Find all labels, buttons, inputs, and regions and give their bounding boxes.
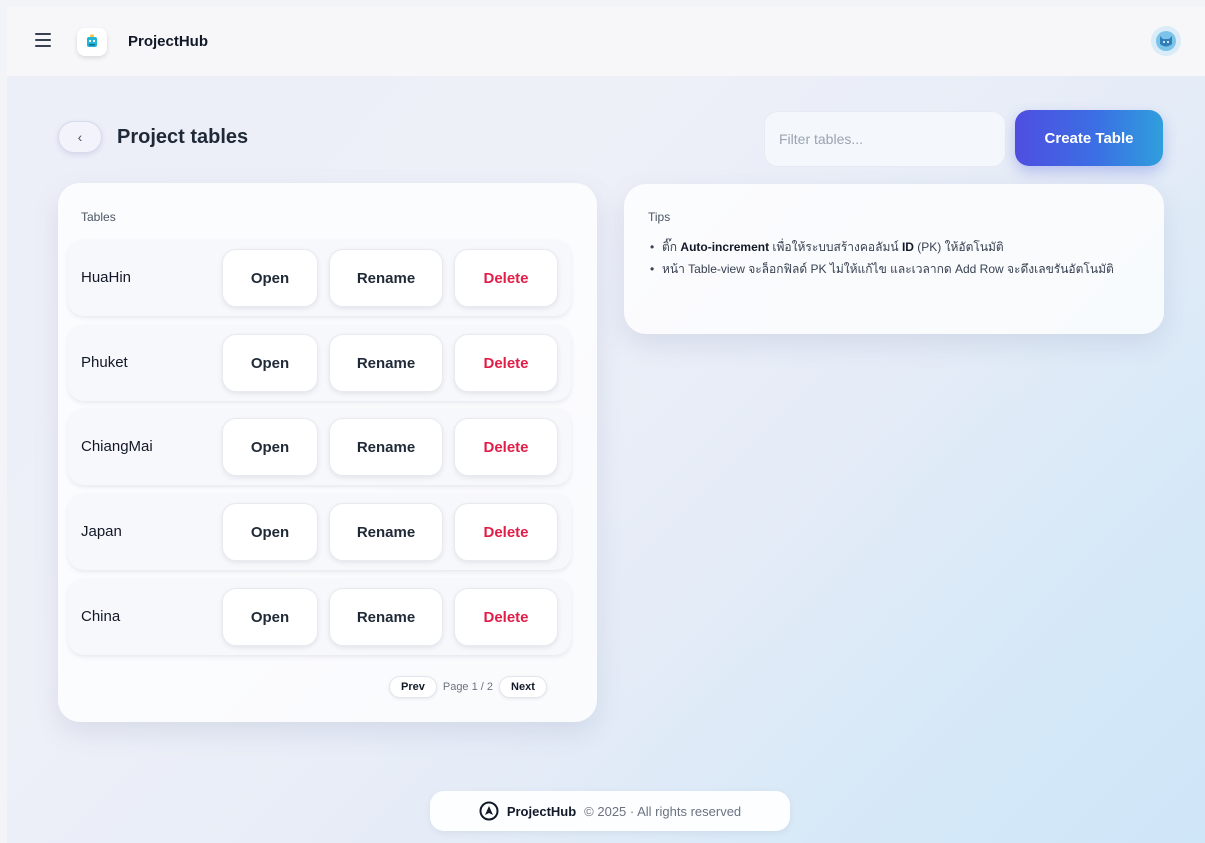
robot-logo-icon — [87, 34, 97, 47]
table-row: ChiangMai Open Rename Delete — [68, 409, 571, 485]
open-button[interactable]: Open — [222, 503, 318, 561]
user-avatar[interactable] — [1151, 26, 1181, 56]
page-indicator: Page 1 / 2 — [442, 681, 494, 693]
open-button[interactable]: Open — [222, 334, 318, 392]
tips-card: Tips ติ๊ก Auto-increment เพื่อให้ระบบสร้… — [624, 184, 1164, 334]
table-row: China Open Rename Delete — [68, 579, 571, 655]
rename-button[interactable]: Rename — [329, 334, 443, 392]
delete-button[interactable]: Delete — [454, 503, 558, 561]
back-button[interactable]: ‹ — [58, 121, 102, 153]
pagination: Prev Page 1 / 2 Next — [389, 676, 547, 698]
tips-label: Tips — [648, 210, 671, 224]
filter-tables-input[interactable] — [764, 111, 1006, 167]
table-name: ChiangMai — [81, 438, 153, 455]
next-page-button[interactable]: Next — [499, 676, 547, 698]
top-bar: ProjectHub — [7, 7, 1205, 76]
delete-button[interactable]: Delete — [454, 418, 558, 476]
navigation-logo-icon — [479, 801, 499, 821]
rename-button[interactable]: Rename — [329, 249, 443, 307]
footer-copyright: © 2025 · All rights reserved — [584, 803, 742, 819]
open-button[interactable]: Open — [222, 588, 318, 646]
rename-button[interactable]: Rename — [329, 503, 443, 561]
footer: ProjectHub © 2025 · All rights reserved — [430, 791, 790, 831]
tip-item-auto-increment: ติ๊ก Auto-increment เพื่อให้ระบบสร้างคอล… — [648, 238, 1118, 256]
app-window: ProjectHub ‹ Project tables Create Table… — [7, 7, 1205, 843]
table-row: Japan Open Rename Delete — [68, 494, 571, 570]
create-table-button[interactable]: Create Table — [1015, 110, 1163, 166]
tables-card: Tables HuaHin Open Rename Delete Phuket … — [58, 183, 597, 722]
tables-card-label: Tables — [81, 210, 116, 224]
table-name: Phuket — [81, 354, 128, 371]
page-title: Project tables — [117, 126, 249, 148]
open-button[interactable]: Open — [222, 249, 318, 307]
rename-button[interactable]: Rename — [329, 588, 443, 646]
prev-page-button[interactable]: Prev — [389, 676, 437, 698]
rename-button[interactable]: Rename — [329, 418, 443, 476]
table-row: HuaHin Open Rename Delete — [68, 240, 571, 316]
open-button[interactable]: Open — [222, 418, 318, 476]
table-row: Phuket Open Rename Delete — [68, 325, 571, 401]
app-brand: ProjectHub — [128, 33, 209, 50]
table-name: China — [81, 608, 121, 625]
delete-button[interactable]: Delete — [454, 588, 558, 646]
app-logo — [77, 28, 107, 56]
tip-item-table-view: หน้า Table-view จะล็อกฟิลด์ PK ไม่ให้แก้… — [648, 260, 1118, 278]
delete-button[interactable]: Delete — [454, 334, 558, 392]
table-name: HuaHin — [81, 269, 132, 286]
menu-icon[interactable] — [35, 33, 51, 47]
tips-list: ติ๊ก Auto-increment เพื่อให้ระบบสร้างคอล… — [648, 238, 1118, 282]
delete-button[interactable]: Delete — [454, 249, 558, 307]
footer-brand: ProjectHub — [506, 803, 577, 819]
table-name: Japan — [81, 523, 122, 540]
cat-avatar-icon — [1156, 31, 1176, 51]
